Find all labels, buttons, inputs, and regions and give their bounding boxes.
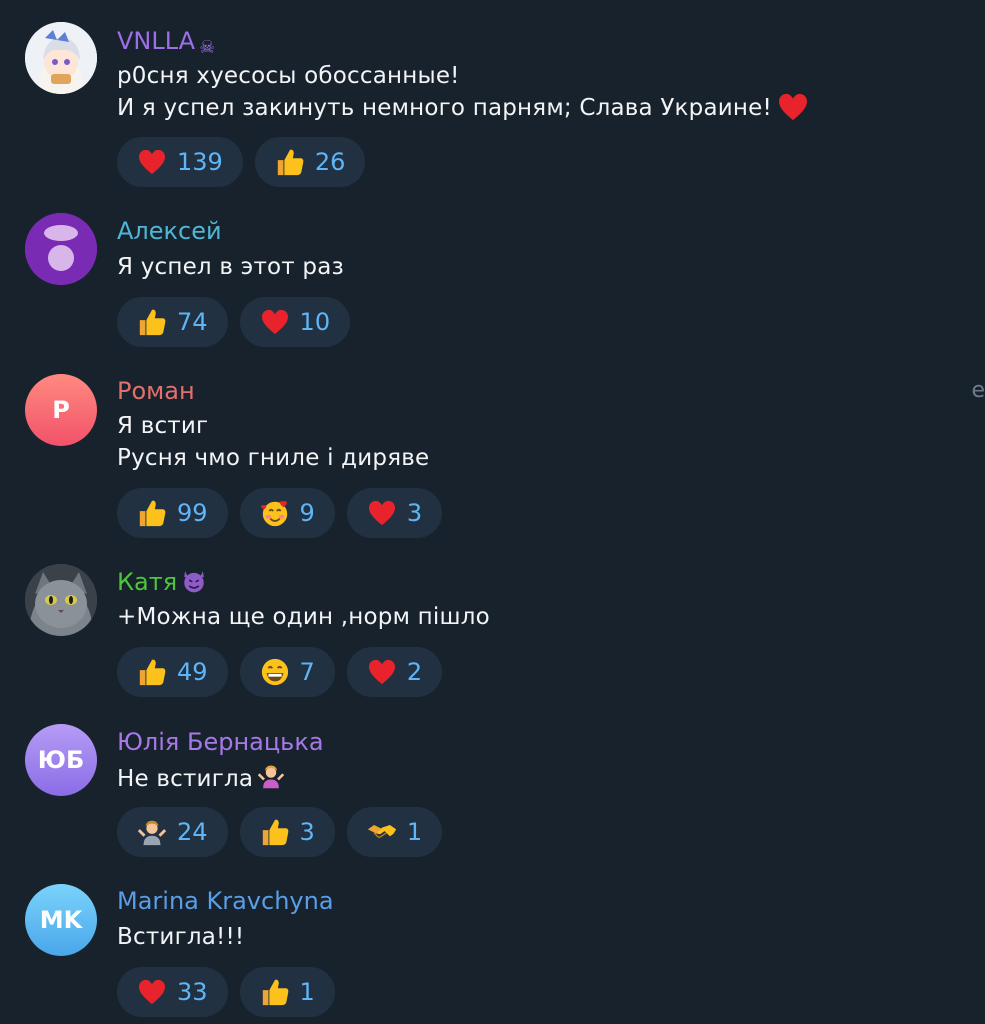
avatar[interactable]: [25, 564, 97, 636]
author-name-text: Катя: [117, 568, 178, 596]
reaction-count: 3: [406, 499, 423, 527]
reaction-thumbs-up[interactable]: 74: [117, 297, 228, 347]
reaction-count: 1: [406, 818, 423, 846]
reaction-count: 10: [299, 308, 331, 336]
reaction-count: 33: [177, 978, 208, 1006]
author-name-text: VNLLA: [117, 27, 196, 55]
avatar-initials: Р: [52, 396, 70, 424]
reaction-count: 24: [177, 818, 208, 846]
author-name[interactable]: Marina Kravchyna: [117, 886, 334, 916]
author-name[interactable]: Роман: [117, 376, 195, 406]
reaction-red-heart[interactable]: 3: [346, 488, 443, 538]
reactions-bar: 99 9 3: [117, 488, 443, 538]
thumbs-up-icon: [260, 817, 290, 847]
red-heart-icon: [367, 498, 397, 528]
edge-text-fragment: e: [971, 378, 985, 403]
comment-text-line: Не встигла: [117, 762, 285, 798]
avatar-initials: ЮБ: [37, 746, 85, 774]
author-name[interactable]: Катя: [117, 567, 207, 601]
reaction-red-heart[interactable]: 139: [117, 137, 243, 187]
thumbs-up-icon: [137, 498, 167, 528]
reaction-count: 74: [177, 308, 208, 336]
avatar[interactable]: ЮБ: [25, 724, 97, 796]
author-name[interactable]: Юлія Бернацька: [117, 727, 324, 757]
reaction-count: 2: [406, 658, 423, 686]
reaction-person-shrugging[interactable]: 24: [117, 807, 228, 857]
reaction-count: 7: [299, 658, 315, 686]
comment-text-line: Русня чмо гниле і диряве: [117, 445, 430, 471]
comment-text-line: И я успел закинуть немного парням; Слава…: [117, 93, 808, 129]
smiling-devil-icon: [181, 568, 207, 601]
person-shrugging-icon: [257, 762, 285, 798]
avatar[interactable]: [25, 22, 97, 94]
author-name[interactable]: VNLLA ☠: [117, 26, 215, 63]
thumbs-up-icon: [260, 977, 290, 1007]
person-shrugging-icon: [137, 817, 167, 847]
reaction-count: 3: [299, 818, 315, 846]
reaction-count: 49: [177, 658, 208, 686]
cat-photo-icon: [25, 564, 97, 636]
reaction-count: 26: [314, 148, 346, 176]
skull-crossbones-icon: ☠: [199, 37, 216, 58]
reaction-red-heart[interactable]: 33: [117, 967, 228, 1017]
reaction-thumbs-up[interactable]: 3: [239, 807, 335, 857]
reactions-bar: 74 10: [117, 297, 351, 347]
reaction-thumbs-up[interactable]: 1: [239, 967, 335, 1017]
reaction-grinning-face[interactable]: 7: [239, 647, 335, 697]
anime-avatar-icon: [25, 22, 97, 94]
comment-text-line: Я успел в этот раз: [117, 254, 344, 280]
comment-text: И я успел закинуть немного парням; Слава…: [117, 95, 772, 121]
avatar-initials: MK: [39, 906, 83, 934]
reaction-thumbs-up[interactable]: 26: [254, 137, 366, 187]
thumbs-up-icon: [275, 147, 305, 177]
comment-text-line: Я встиг: [117, 413, 209, 439]
reaction-handshake[interactable]: 1: [346, 807, 443, 857]
grinning-face-icon: [260, 657, 290, 687]
reaction-red-heart[interactable]: 10: [239, 297, 351, 347]
reaction-red-heart[interactable]: 2: [346, 647, 443, 697]
red-heart-icon: [260, 307, 290, 337]
abstract-avatar-icon: [25, 213, 97, 285]
red-heart-icon: [367, 657, 397, 687]
comment-text: Не встигла: [117, 766, 254, 792]
reactions-bar: 33 1: [117, 967, 335, 1017]
comment-feed: VNLLA ☠ p0сня хуесосы обоссанные! И я усп…: [0, 0, 985, 1024]
reaction-thumbs-up[interactable]: 99: [117, 488, 228, 538]
comment-text-line: p0сня хуесосы обоссанные!: [117, 63, 460, 89]
author-name[interactable]: Алексей: [117, 216, 222, 246]
avatar[interactable]: Р: [25, 374, 97, 446]
avatar[interactable]: [25, 213, 97, 285]
reaction-thumbs-up[interactable]: 49: [117, 647, 228, 697]
reactions-bar: 139 26: [117, 137, 366, 187]
comment-text-line: Встигла!!!: [117, 924, 245, 950]
reaction-smiling-face-with-hearts[interactable]: 9: [239, 488, 335, 538]
reaction-count: 139: [177, 148, 223, 176]
comment-text-line: +Можна ще один ,норм пішло: [117, 604, 490, 630]
handshake-icon: [367, 817, 397, 847]
red-heart-icon: [137, 147, 167, 177]
thumbs-up-icon: [137, 657, 167, 687]
reaction-count: 99: [177, 499, 208, 527]
thumbs-up-icon: [137, 307, 167, 337]
reaction-count: 9: [299, 499, 315, 527]
smiling-face-with-hearts-icon: [260, 498, 290, 528]
avatar[interactable]: MK: [25, 884, 97, 956]
red-heart-icon: [778, 93, 808, 129]
reactions-bar: 24 3 1: [117, 807, 443, 857]
red-heart-icon: [137, 977, 167, 1007]
reactions-bar: 49 7 2: [117, 647, 443, 697]
reaction-count: 1: [299, 978, 315, 1006]
